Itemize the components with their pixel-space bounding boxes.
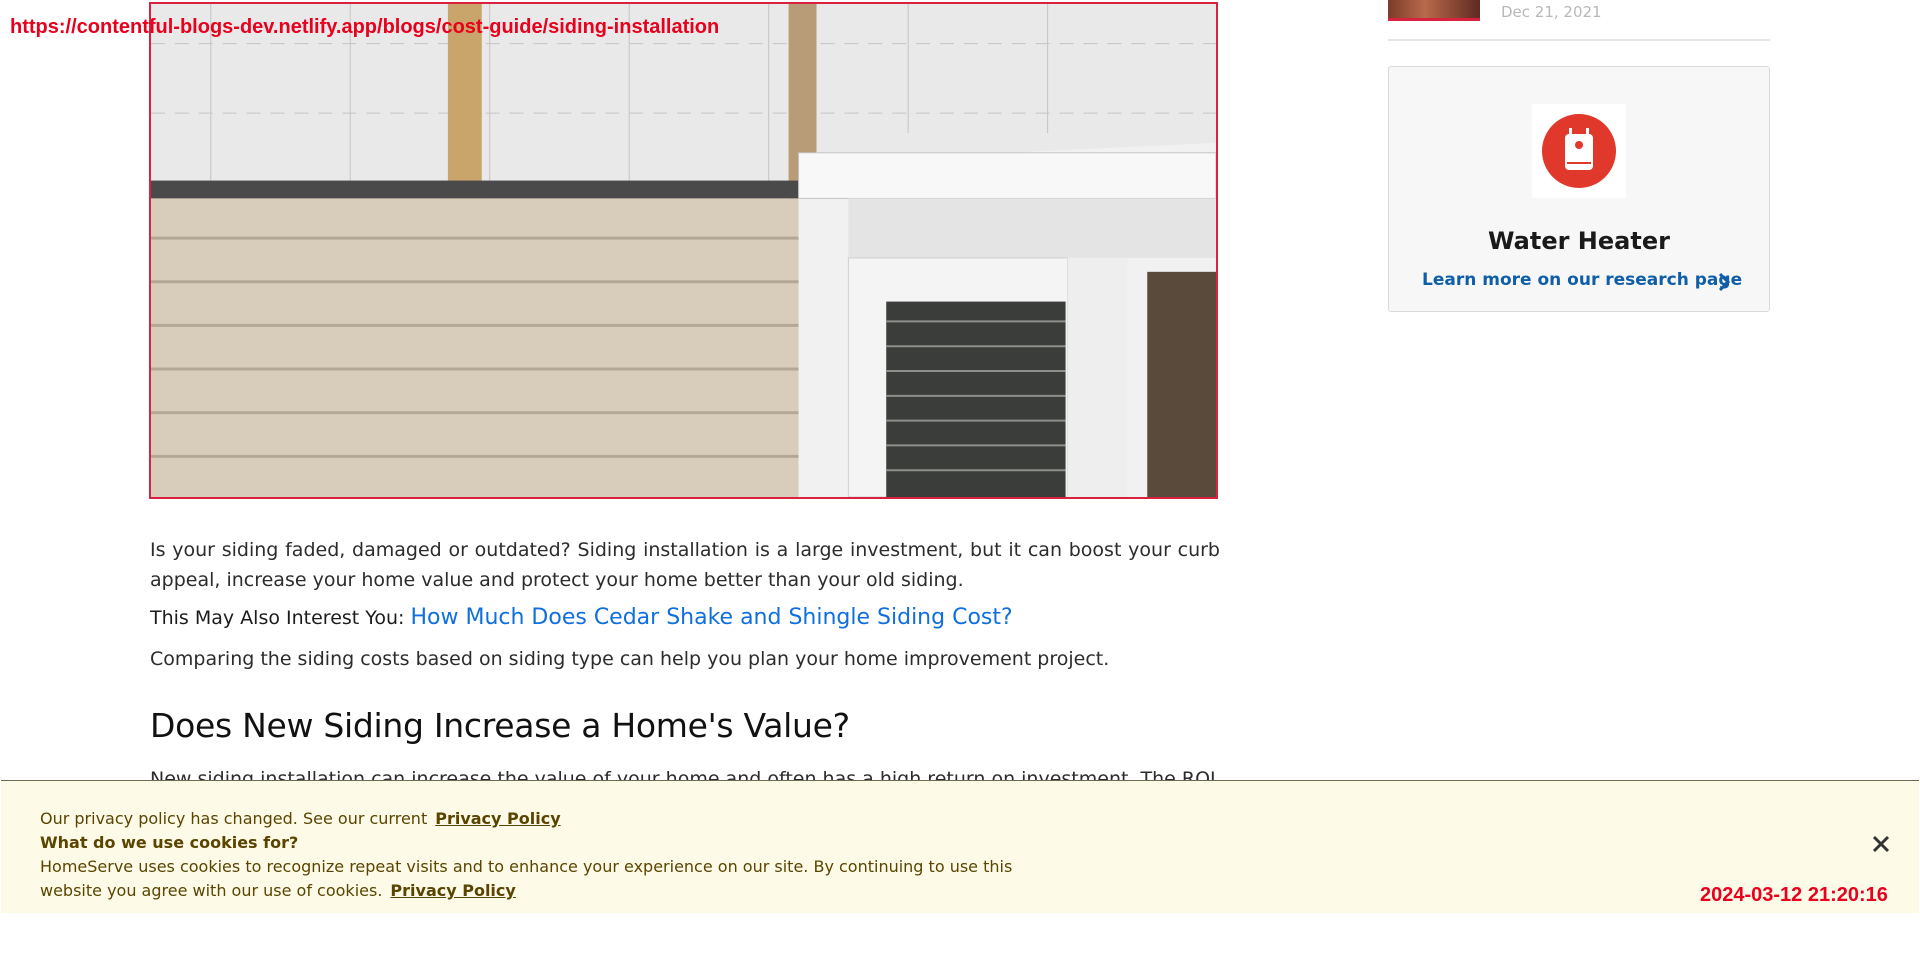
cookie-policy-changed: Our privacy policy has changed. See our … (40, 809, 428, 828)
comparing-paragraph: Comparing the siding costs based on sidi… (150, 648, 1110, 670)
chevron-right-icon[interactable] (1716, 271, 1732, 293)
cookie-question: What do we use cookies for? (40, 833, 299, 852)
research-page-link[interactable]: Learn more on our research page (1422, 270, 1742, 290)
cookie-text: Our privacy policy has changed. See our … (40, 807, 1020, 903)
related-article: This May Also Interest You: How Much Doe… (150, 605, 1220, 630)
sidebar-divider (1388, 39, 1770, 41)
section-heading: Does New Siding Increase a Home's Value? (150, 706, 850, 745)
recent-post-thumbnail[interactable] (1388, 0, 1480, 21)
cookie-body: HomeServe uses cookies to recognize repe… (40, 857, 1013, 900)
privacy-policy-link[interactable]: Privacy Policy (435, 809, 560, 828)
hero-image (149, 2, 1218, 499)
card-title: Water Heater (1488, 227, 1670, 255)
blank-footer-area (0, 913, 1920, 963)
privacy-policy-link-2[interactable]: Privacy Policy (390, 881, 515, 900)
close-icon[interactable] (1870, 833, 1892, 855)
interest-label: This May Also Interest You: (150, 607, 405, 629)
siding-photo (151, 4, 1216, 497)
article-body: Is your siding faded, damaged or outdate… (150, 535, 1220, 745)
overlay-timestamp: 2024-03-12 21:20:16 (1700, 884, 1888, 906)
related-article-link[interactable]: How Much Does Cedar Shake and Shingle Si… (410, 605, 1012, 630)
intro-paragraph: Is your siding faded, damaged or outdate… (150, 539, 1220, 591)
research-card: Water Heater Learn more on our research … (1388, 66, 1770, 312)
water-heater-icon (1532, 104, 1626, 198)
recent-post-date: Dec 21, 2021 (1501, 3, 1602, 21)
overlay-url: https://contentful-blogs-dev.netlify.app… (10, 16, 720, 38)
